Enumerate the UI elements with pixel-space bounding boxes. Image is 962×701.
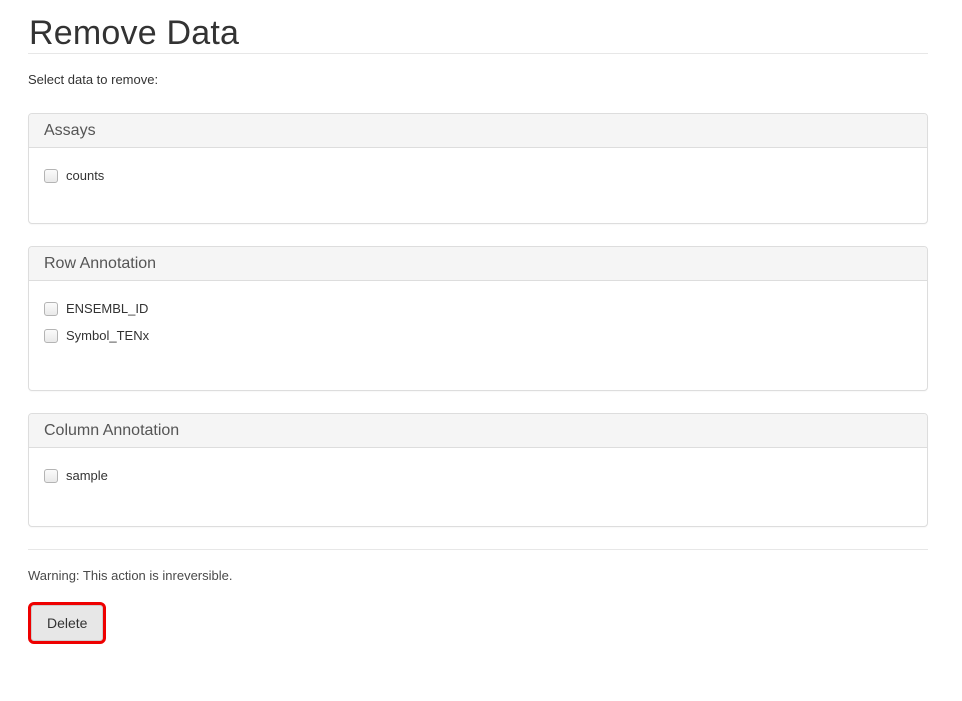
checkbox-ensembl-id[interactable] (44, 302, 58, 316)
panel-row-annotation-body: ENSEMBL_ID Symbol_TENx (29, 281, 927, 390)
panel-assays: Assays counts (28, 113, 928, 224)
checkbox-counts-label: counts (66, 167, 104, 185)
button-row: Delete (28, 605, 928, 665)
checkbox-sample[interactable] (44, 469, 58, 483)
checkbox-row-counts[interactable]: counts (44, 166, 912, 186)
checkbox-sample-label: sample (66, 467, 108, 485)
panel-column-annotation-header: Column Annotation (29, 414, 927, 448)
panel-assays-title: Assays (44, 122, 96, 139)
panel-assays-header: Assays (29, 114, 927, 148)
delete-button[interactable]: Delete (31, 605, 103, 641)
panel-column-annotation-body: sample (29, 448, 927, 526)
checkbox-counts[interactable] (44, 169, 58, 183)
warning-text: Warning: This action is inreversible. (28, 567, 928, 585)
checkbox-row-ensembl-id[interactable]: ENSEMBL_ID (44, 299, 912, 319)
checkbox-symbol-tenx[interactable] (44, 329, 58, 343)
panel-row-annotation-title: Row Annotation (44, 255, 156, 272)
checkbox-ensembl-id-label: ENSEMBL_ID (66, 300, 148, 318)
panel-column-annotation: Column Annotation sample (28, 413, 928, 527)
remove-data-page: Remove Data Select data to remove: Assay… (0, 0, 962, 701)
panel-assays-body: counts (29, 148, 927, 223)
checkbox-row-sample[interactable]: sample (44, 466, 912, 486)
panel-row-annotation-header: Row Annotation (29, 247, 927, 281)
page-title: Remove Data (29, 13, 928, 53)
main-content: Remove Data Select data to remove: Assay… (28, 13, 928, 665)
header-divider (28, 53, 928, 54)
footer-divider (28, 549, 928, 550)
select-data-label: Select data to remove: (28, 71, 928, 89)
checkbox-symbol-tenx-label: Symbol_TENx (66, 327, 149, 345)
panel-row-annotation: Row Annotation ENSEMBL_ID Symbol_TENx (28, 246, 928, 391)
panel-column-annotation-title: Column Annotation (44, 422, 179, 439)
checkbox-row-symbol-tenx[interactable]: Symbol_TENx (44, 326, 912, 346)
